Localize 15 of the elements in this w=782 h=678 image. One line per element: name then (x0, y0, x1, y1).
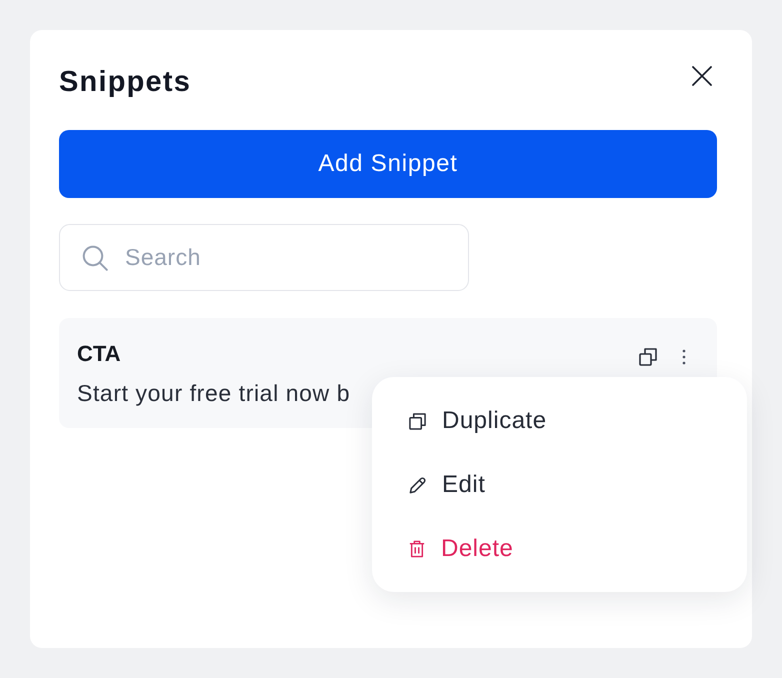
add-snippet-button[interactable]: Add Snippet (59, 130, 717, 198)
pencil-icon (409, 476, 426, 494)
trash-icon (409, 540, 425, 558)
more-options-icon[interactable] (682, 349, 686, 365)
search-field[interactable]: Search (59, 224, 469, 291)
menu-item[interactable]: Delete (372, 517, 747, 581)
search-icon (82, 245, 108, 271)
snippet-preview: Start your free trial now b (77, 380, 350, 406)
close-icon (692, 66, 712, 86)
close-button[interactable] (692, 66, 712, 86)
panel-title: Snippets (59, 66, 192, 98)
menu-item[interactable]: Edit (372, 453, 747, 517)
snippet-title: CTA (77, 342, 121, 366)
copy-icon (409, 412, 426, 430)
copy-icon[interactable] (639, 348, 657, 366)
